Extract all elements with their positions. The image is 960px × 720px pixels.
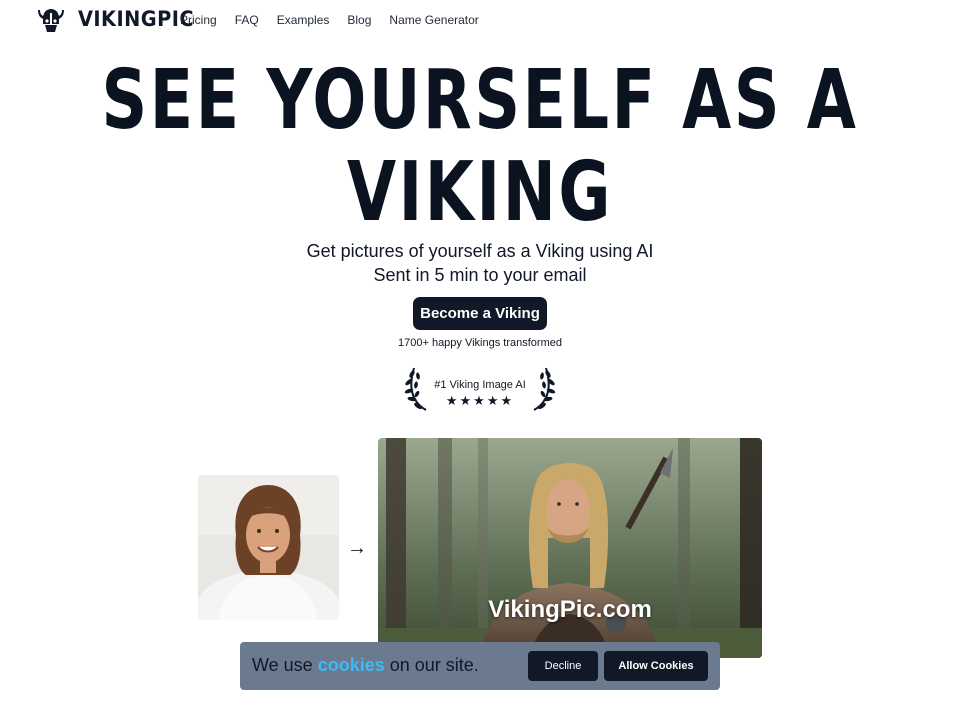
- viking-helmet-icon: [38, 9, 64, 32]
- cookie-message: We use cookies on our site.: [252, 655, 479, 676]
- transform-arrow: →: [347, 537, 367, 559]
- cookie-text-before: We use: [252, 655, 318, 675]
- star-rating: ★★★★★: [445, 393, 515, 408]
- main-nav: Pricing FAQ Examples Blog Name Generator: [180, 12, 479, 28]
- social-proof-text: 1700+ happy Vikings transformed: [398, 337, 562, 349]
- hero-subtitle-1: Get pictures of yourself as a Viking usi…: [306, 241, 654, 261]
- cookies-link[interactable]: cookies: [318, 655, 385, 675]
- before-portrait-image: [198, 475, 339, 620]
- cookie-banner: We use cookies on our site. Decline Allo…: [240, 642, 720, 690]
- hero-title: SEE YOURSELF AS A VIKING: [67, 55, 893, 239]
- logo-text: VIKINGPIC: [78, 7, 195, 31]
- hero-subtitle-2: Sent in 5 min to your email: [373, 265, 587, 285]
- viking-portrait-image: [378, 438, 762, 658]
- become-a-viking-button[interactable]: Become a Viking: [413, 297, 547, 330]
- award-label: #1 Viking Image AI: [434, 379, 526, 391]
- nav-blog[interactable]: Blog: [347, 12, 371, 28]
- hero-title-line-2: VIKING: [346, 145, 614, 240]
- nav-faq[interactable]: FAQ: [235, 12, 259, 28]
- decline-button[interactable]: Decline: [528, 651, 598, 681]
- site-header: VIKINGPIC Pricing FAQ Examples Blog Name…: [0, 0, 960, 42]
- cookie-text-after: on our site.: [384, 655, 479, 675]
- watermark-text: VikingPic.com: [488, 596, 652, 623]
- hero-title-line-1: SEE YOURSELF AS A: [101, 53, 859, 148]
- award-badge: #1 Viking Image AI ★★★★★: [400, 360, 560, 416]
- before-photo: [198, 475, 339, 620]
- logo-link[interactable]: VIKINGPIC: [36, 4, 204, 34]
- allow-cookies-button[interactable]: Allow Cookies: [604, 651, 708, 681]
- nav-examples[interactable]: Examples: [277, 12, 330, 28]
- nav-pricing[interactable]: Pricing: [180, 12, 217, 28]
- nav-name-generator[interactable]: Name Generator: [389, 12, 478, 28]
- after-photo: VikingPic.com: [378, 438, 762, 658]
